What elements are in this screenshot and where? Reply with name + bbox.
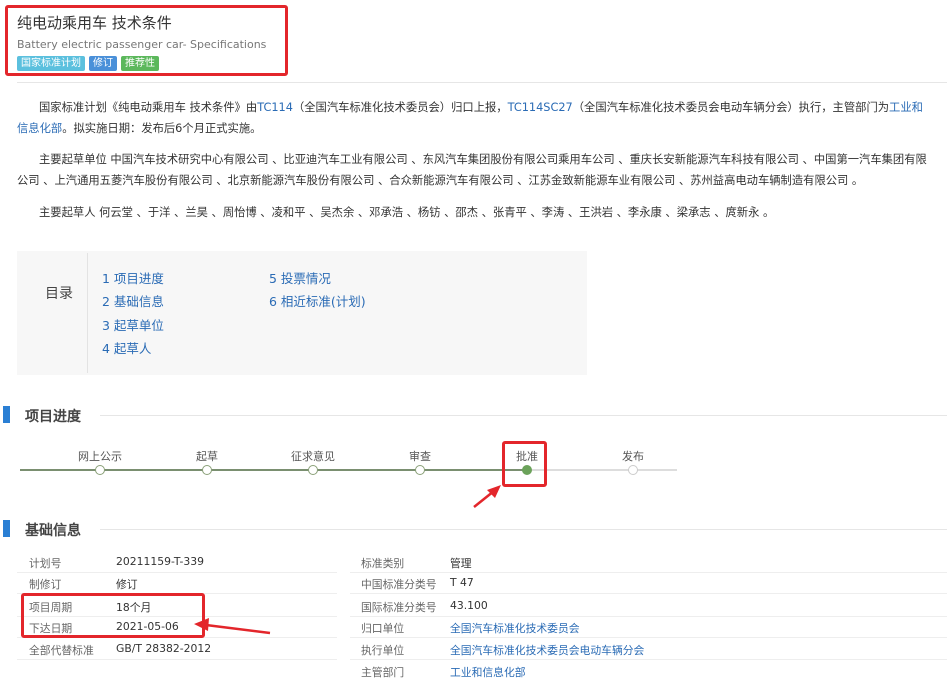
toc-heading: 目录 bbox=[45, 286, 73, 302]
toc-item-similar-standards[interactable]: 6 相近标准(计划) bbox=[269, 291, 366, 310]
step-dot bbox=[415, 465, 425, 475]
info-value-category: 管理 bbox=[450, 557, 472, 570]
approve-highlight-box bbox=[502, 441, 547, 487]
info-label-executor: 执行单位 bbox=[361, 644, 405, 657]
tc114sc27-link[interactable]: TC114SC27 bbox=[508, 101, 573, 114]
info-label-tc: 归口单位 bbox=[361, 622, 405, 635]
info-label-revision: 制修订 bbox=[29, 578, 62, 591]
header-divider bbox=[17, 82, 947, 83]
toc-item-basic-info[interactable]: 2 基础信息 bbox=[102, 291, 164, 310]
info-label-category: 标准类别 bbox=[361, 557, 405, 570]
info-value-executor-link[interactable]: 全国汽车标准化技术委员会电动车辆分会 bbox=[450, 642, 644, 658]
info-value-plan-no: 20211159-T-339 bbox=[116, 555, 204, 568]
section-marker bbox=[3, 520, 10, 537]
info-value-authority-link[interactable]: 工业和信息化部 bbox=[450, 664, 526, 680]
intro-paragraph: 国家标准计划《纯电动乘用车 技术条件》由TC114（全国汽车标准化技术委员会）归… bbox=[17, 97, 932, 139]
section-divider bbox=[100, 529, 947, 530]
drafters-paragraph: 主要起草人 何云堂 、于洋 、兰昊 、周怡博 、凌和平 、吴杰余 、邓承浩 、杨… bbox=[39, 206, 775, 219]
cycle-date-highlight-box bbox=[21, 593, 205, 638]
progress-section-title: 项目进度 bbox=[25, 409, 81, 425]
step-label-public: 网上公示 bbox=[78, 450, 122, 463]
step-dot bbox=[308, 465, 318, 475]
row-divider bbox=[350, 637, 947, 638]
highlight-arrow-icon bbox=[473, 485, 501, 508]
info-value-tc-link[interactable]: 全国汽车标准化技术委员会 bbox=[450, 620, 580, 636]
header-highlight-box bbox=[5, 5, 288, 76]
info-label-ics: 国际标准分类号 bbox=[361, 601, 437, 614]
info-label-authority: 主管部门 bbox=[361, 666, 405, 679]
info-label-ccs: 中国标准分类号 bbox=[361, 578, 437, 591]
intro-text: 。拟实施日期：发布后6个月正式实施。 bbox=[62, 122, 262, 135]
highlight-arrow-icon bbox=[194, 618, 271, 635]
step-label-publish: 发布 bbox=[622, 450, 644, 463]
step-dot bbox=[95, 465, 105, 475]
intro-text: 国家标准计划《纯电动乘用车 技术条件》由 bbox=[39, 101, 258, 114]
intro-text: （全国汽车标准化技术委员会电动车辆分会）执行，主管部门为 bbox=[572, 101, 890, 114]
toc-divider bbox=[87, 253, 88, 373]
info-value-ccs: T 47 bbox=[450, 576, 474, 589]
drafting-units-paragraph: 主要起草单位 中国汽车技术研究中心有限公司 、比亚迪汽车工业有限公司 、东风汽车… bbox=[17, 153, 927, 187]
row-divider bbox=[350, 593, 947, 594]
step-label-review: 审查 bbox=[409, 450, 431, 463]
step-label-comment: 征求意见 bbox=[291, 450, 335, 463]
section-marker bbox=[3, 406, 10, 423]
section-divider bbox=[100, 415, 947, 416]
step-dot bbox=[202, 465, 212, 475]
info-label-replaced: 全部代替标准 bbox=[29, 644, 94, 657]
row-divider bbox=[17, 572, 337, 573]
info-value-replaced: GB/T 28382-2012 bbox=[116, 642, 212, 655]
table-of-contents: 目录 1 项目进度 2 基础信息 3 起草单位 4 起草人 5 投票情况 6 相… bbox=[17, 251, 587, 375]
info-value-ics: 43.100 bbox=[450, 599, 488, 612]
toc-item-voting[interactable]: 5 投票情况 bbox=[269, 268, 331, 287]
basic-info-section-title: 基础信息 bbox=[25, 523, 81, 539]
info-value-revision: 修订 bbox=[116, 578, 138, 591]
row-divider bbox=[350, 616, 947, 617]
progress-track-pending bbox=[527, 469, 677, 471]
tc114-link[interactable]: TC114 bbox=[257, 101, 293, 114]
toc-item-drafters[interactable]: 4 起草人 bbox=[102, 338, 151, 357]
row-divider bbox=[350, 572, 947, 573]
toc-item-drafting-units[interactable]: 3 起草单位 bbox=[102, 315, 164, 334]
row-divider bbox=[350, 659, 947, 660]
info-label-plan-no: 计划号 bbox=[29, 557, 62, 570]
toc-item-progress[interactable]: 1 项目进度 bbox=[102, 268, 164, 287]
step-dot-pending bbox=[628, 465, 638, 475]
step-label-draft: 起草 bbox=[196, 450, 218, 463]
row-divider bbox=[17, 659, 337, 660]
intro-text: （全国汽车标准化技术委员会）归口上报， bbox=[292, 101, 508, 114]
